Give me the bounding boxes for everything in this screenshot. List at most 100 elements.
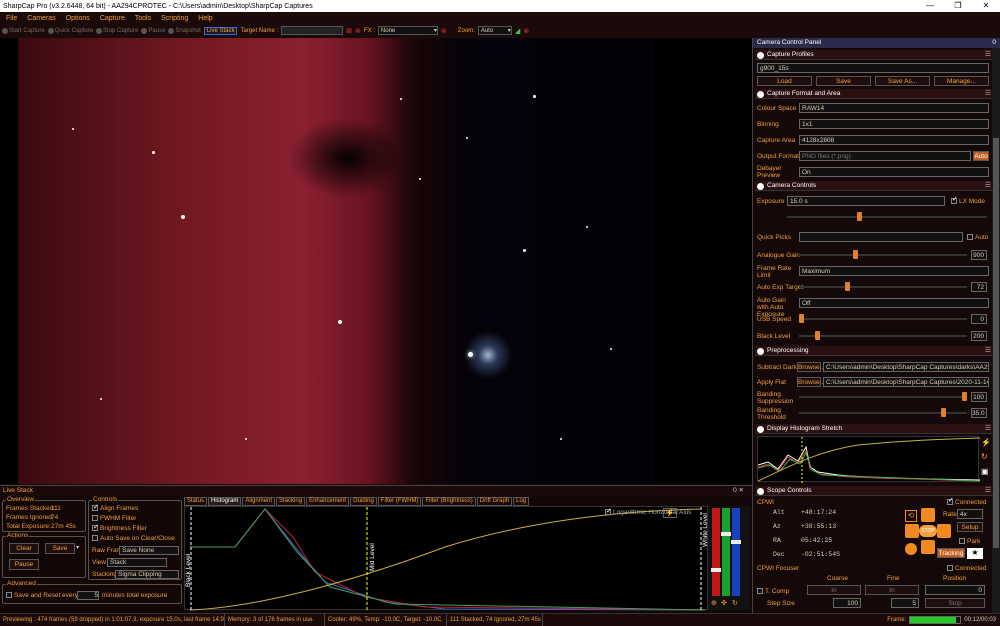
focus-in-coarse-button[interactable]: In [807,585,861,595]
focuser-connected-option[interactable]: Connected [947,565,986,572]
menu-options[interactable]: Options [66,15,90,22]
preprocessing-header[interactable]: Preprocessing ☰ [755,346,993,356]
fx-select[interactable]: None ▾ [377,26,438,35]
analogue-gain-value[interactable]: 900 [971,250,987,260]
black-level-slider[interactable] [799,331,967,341]
tab-stacking[interactable]: Stacking [276,497,306,506]
browse-flat-button[interactable]: Browse... [797,377,825,387]
save-as-profile-button[interactable]: Save As... [875,76,930,86]
load-profile-button[interactable]: Load [757,76,812,86]
red-slider-thumb[interactable] [711,568,721,572]
banding-suppression-thumb[interactable] [962,392,967,401]
scope-connected-option[interactable]: Connected [947,497,986,506]
pause-stack-button[interactable]: Pause [9,559,39,570]
auto-exp-target-value[interactable]: 72 [971,282,987,292]
maximize-icon[interactable]: ❐ [944,0,972,12]
focuser-connected-checkbox[interactable] [947,565,953,572]
home-icon[interactable] [905,543,917,555]
usb-speed-thumb[interactable] [799,314,804,323]
ccp-scrollbar[interactable] [992,48,1000,613]
zoom-fit-icon[interactable]: ◢ [515,27,520,35]
auto-save-option[interactable]: Auto Save on Clear/Close [92,535,175,542]
save-profile-button[interactable]: Save [816,76,871,86]
crosshair-icon[interactable]: ✜ [721,599,727,607]
fx-settings-icon[interactable]: ⊗ [441,27,447,35]
tab-alignment[interactable]: Alignment [242,497,276,506]
banding-suppression-value[interactable]: 100 [971,392,987,402]
analogue-gain-slider[interactable] [799,250,967,260]
rate-select[interactable]: 4x [957,509,983,519]
zoom-select[interactable]: Auto ▾ [477,26,512,35]
banding-threshold-thumb[interactable] [941,408,946,417]
scope-setup-button[interactable]: Setup [957,522,983,532]
image-viewer[interactable] [0,38,752,484]
lightning-icon[interactable]: ⚡ [663,508,677,518]
south-button[interactable] [921,540,935,554]
view-select[interactable]: Stack [107,558,167,567]
zoom-reset-icon[interactable]: ⊗ [523,27,529,35]
exposure-input[interactable]: 15.0 s [787,196,945,206]
analogue-gain-thumb[interactable] [853,250,858,259]
capture-area-select[interactable]: 4128x2808 [799,135,989,145]
target-icon[interactable]: ⊗ [355,27,361,35]
binning-select[interactable]: 1x1 [799,119,989,129]
tab-filter-fwhm[interactable]: Filter (FWHM) [377,497,422,506]
output-format-auto-button[interactable]: Auto [973,151,989,161]
browse-dark-button[interactable]: Browse... [797,362,825,372]
menu-icon[interactable]: ☰ [985,346,991,356]
save-dropdown-icon[interactable]: ▾ [76,544,79,551]
menu-capture[interactable]: Capture [100,15,125,22]
west-button[interactable] [905,524,919,538]
refresh-icon[interactable]: ↻ [732,599,738,607]
focuser-position-value[interactable]: 0 [925,585,985,595]
exposure-auto-option[interactable]: Auto [967,234,988,241]
live-stack-button[interactable]: Live Stack [203,26,238,35]
exposure-slider-thumb[interactable] [857,212,862,221]
scope-connected-checkbox[interactable] [947,497,954,506]
menu-icon[interactable]: ☰ [985,50,991,60]
tab-histogram[interactable]: Histogram [208,497,242,506]
align-frames-option[interactable]: Align Frames [92,503,138,512]
menu-tools[interactable]: Tools [135,15,151,22]
star-icon[interactable]: ★ [967,548,983,559]
north-button[interactable] [921,508,935,522]
fwhm-filter-option[interactable]: FWHM Filter [92,515,136,522]
display-histogram-plot[interactable] [757,436,981,483]
ccp-pin-icon[interactable]: 0 [992,38,996,48]
exposure-auto-checkbox[interactable] [967,234,973,241]
refresh-icon[interactable]: ↻ [981,452,988,461]
camera-controls-header[interactable]: Camera Controls ☰ [755,181,993,191]
auto-exp-target-slider[interactable] [799,282,967,292]
green-slider[interactable] [722,508,730,596]
focus-in-fine-button[interactable]: In [865,585,919,595]
menu-scripting[interactable]: Scripting [161,15,188,22]
minimize-icon[interactable]: — [916,0,944,12]
tab-guiding[interactable]: Guiding [350,497,377,506]
menu-icon[interactable]: ☰ [985,181,991,191]
close-icon[interactable]: ✕ [972,0,1000,12]
frame-rate-select[interactable]: Maximum [799,266,989,276]
tab-enhancement[interactable]: Enhancement [306,497,350,506]
menu-help[interactable]: Help [198,15,212,22]
display-histogram-header[interactable]: Display Histogram Stretch ☰ [755,424,993,434]
menu-icon[interactable]: ☰ [985,486,991,496]
park-checkbox[interactable] [959,538,965,545]
menu-icon[interactable]: ☰ [985,89,991,99]
target-name-input[interactable] [281,26,344,35]
scope-controls-header[interactable]: Scope Controls ☰ [755,486,993,496]
lx-mode-option[interactable]: LX Mode [951,196,985,205]
fwhm-filter-checkbox[interactable] [92,515,98,522]
banding-threshold-slider[interactable] [799,408,967,418]
start-capture-button[interactable]: Start Capture [2,27,45,34]
auto-save-checkbox[interactable] [92,535,98,542]
stop-capture-button[interactable]: Stop Capture [96,27,138,34]
raw-frames-select[interactable]: Save None [119,546,179,555]
save-reset-checkbox[interactable] [6,592,12,599]
clear-button[interactable]: Clear [9,543,39,554]
black-level-thumb[interactable] [815,331,820,340]
record-icon[interactable]: ⊠ [346,27,352,35]
flat-path-select[interactable]: C:\Users\admin\Desktop\SharpCap Captures… [823,377,989,387]
capture-format-header[interactable]: Capture Format and Area ☰ [755,89,993,99]
banding-suppression-slider[interactable] [799,392,967,402]
tab-log[interactable]: Log [513,497,530,506]
